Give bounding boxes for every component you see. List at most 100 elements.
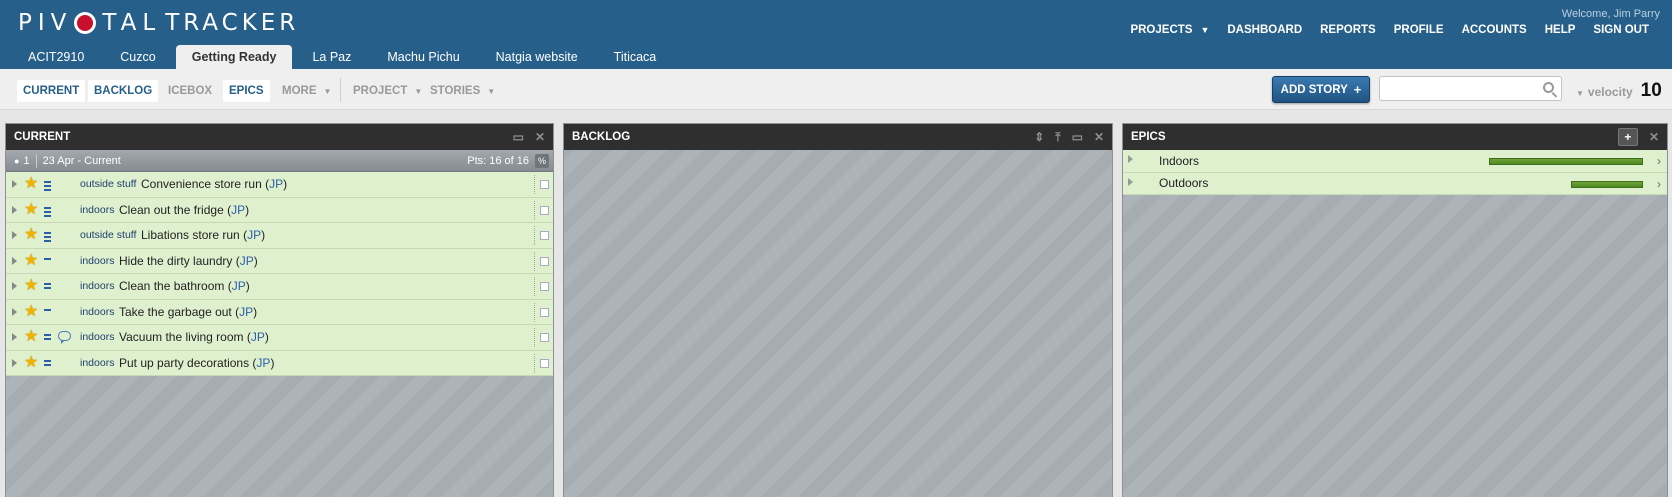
add-story-button[interactable]: ADD STORY + bbox=[1272, 76, 1370, 103]
epic-name[interactable]: Indoors bbox=[1159, 154, 1199, 168]
expand-story-icon[interactable] bbox=[12, 307, 17, 316]
story-owner[interactable]: JP bbox=[247, 228, 261, 242]
collapse-all-icon[interactable]: ⤒ bbox=[1055, 130, 1060, 145]
expand-story-icon[interactable] bbox=[12, 282, 17, 291]
story-owner[interactable]: JP bbox=[240, 254, 254, 268]
velocity-display[interactable]: ▼ velocity 10 bbox=[1576, 80, 1662, 102]
panel-title: EPICS bbox=[1131, 131, 1166, 143]
story-row[interactable]: ★ indoors Clean out the fridge (JP) bbox=[6, 197, 553, 223]
epic-row[interactable]: Indoors › bbox=[1123, 150, 1667, 173]
nav-projects[interactable]: PROJECTS ▼ bbox=[1121, 23, 1218, 37]
tab-getting-ready[interactable]: Getting Ready bbox=[175, 45, 293, 69]
story-owner[interactable]: JP bbox=[269, 177, 283, 191]
story-label[interactable]: outside stuff bbox=[80, 229, 136, 241]
story-title[interactable]: Put up party decorations (JP) bbox=[119, 356, 274, 370]
toggle-epics-button[interactable]: EPICS bbox=[223, 80, 270, 102]
percent-toggle-button[interactable]: % bbox=[535, 154, 549, 168]
story-title[interactable]: Libations store run (JP) bbox=[141, 228, 265, 242]
story-label[interactable]: indoors bbox=[80, 331, 114, 343]
toggle-current-button[interactable]: CURRENT bbox=[17, 80, 86, 102]
maximize-panel-icon[interactable]: ▭ bbox=[513, 130, 524, 144]
chevron-right-icon[interactable]: › bbox=[1657, 154, 1661, 168]
expand-epic-icon[interactable] bbox=[1128, 155, 1133, 163]
story-label[interactable]: indoors bbox=[80, 204, 114, 216]
story-select-checkbox[interactable] bbox=[540, 333, 549, 342]
story-title[interactable]: Take the garbage out (JP) bbox=[119, 305, 257, 319]
story-title[interactable]: Hide the dirty laundry (JP) bbox=[119, 254, 258, 268]
tab-titicaca[interactable]: Titicaca bbox=[598, 45, 673, 69]
story-row[interactable]: ★ indoors Take the garbage out (JP) bbox=[6, 299, 553, 325]
story-title[interactable]: Vacuum the living room (JP) bbox=[119, 330, 269, 344]
close-panel-icon[interactable]: ✕ bbox=[1649, 130, 1659, 144]
story-row[interactable]: ★ indoors Hide the dirty laundry (JP) bbox=[6, 248, 553, 274]
story-select-checkbox[interactable] bbox=[540, 307, 549, 317]
nav-profile[interactable]: PROFILE bbox=[1385, 23, 1453, 37]
story-title[interactable]: Clean out the fridge (JP) bbox=[119, 203, 249, 217]
story-select-checkbox[interactable] bbox=[540, 256, 549, 266]
expand-all-icon[interactable]: ⇕ bbox=[1034, 130, 1044, 144]
expand-story-icon[interactable] bbox=[12, 231, 17, 240]
story-label[interactable]: outside stuff bbox=[80, 178, 136, 190]
story-owner[interactable]: JP bbox=[256, 356, 270, 370]
story-select-checkbox[interactable] bbox=[540, 358, 549, 368]
more-menu[interactable]: MORE ▼ bbox=[276, 80, 337, 102]
comment-icon[interactable] bbox=[58, 331, 71, 344]
search-field[interactable] bbox=[1379, 76, 1562, 101]
tab-acit2910[interactable]: ACIT2910 bbox=[12, 45, 100, 69]
story-select-checkbox[interactable] bbox=[540, 231, 549, 240]
estimate-icon bbox=[44, 206, 51, 217]
estimate-bar bbox=[44, 363, 51, 366]
story-title[interactable]: Clean the bathroom (JP) bbox=[119, 279, 250, 293]
nav-accounts[interactable]: ACCOUNTS bbox=[1453, 23, 1536, 37]
story-owner[interactable]: JP bbox=[232, 279, 246, 293]
close-panel-icon[interactable]: ✕ bbox=[1094, 130, 1104, 144]
story-row[interactable]: ★ indoors Clean the bathroom (JP) bbox=[6, 274, 553, 300]
tab-cuzco[interactable]: Cuzco bbox=[104, 45, 171, 69]
nav-reports[interactable]: REPORTS bbox=[1311, 23, 1385, 37]
expand-epic-icon[interactable] bbox=[1128, 177, 1133, 186]
add-epic-button[interactable]: + bbox=[1617, 128, 1638, 146]
story-row[interactable]: ★ outside stuff Libations store run (JP) bbox=[6, 223, 553, 249]
expand-story-icon[interactable] bbox=[12, 205, 17, 214]
story-label[interactable]: indoors bbox=[80, 280, 114, 292]
nav-sign-out[interactable]: SIGN OUT bbox=[1584, 23, 1658, 37]
story-title[interactable]: Convenience store run (JP) bbox=[141, 177, 287, 191]
nav-dashboard[interactable]: DASHBOARD bbox=[1218, 23, 1311, 37]
toggle-icebox-button[interactable]: ICEBOX bbox=[162, 80, 218, 102]
tab-natgia-website[interactable]: Natgia website bbox=[480, 45, 594, 69]
story-owner[interactable]: JP bbox=[251, 330, 265, 344]
story-select-checkbox[interactable] bbox=[540, 205, 549, 215]
expand-story-icon[interactable] bbox=[12, 333, 17, 342]
toggle-backlog-button[interactable]: BACKLOG bbox=[88, 80, 159, 102]
chevron-right-icon[interactable]: › bbox=[1657, 177, 1661, 191]
maximize-panel-icon[interactable]: ▭ bbox=[1072, 130, 1083, 144]
expand-story-icon[interactable] bbox=[12, 358, 17, 367]
feature-star-icon: ★ bbox=[24, 175, 39, 193]
story-row[interactable]: ★ outside stuff Convenience store run (JP) bbox=[6, 172, 553, 198]
search-input[interactable] bbox=[1385, 78, 1535, 99]
expand-story-icon[interactable] bbox=[12, 180, 17, 189]
stories-menu[interactable]: STORIES ▼ bbox=[424, 80, 501, 102]
story-label[interactable]: indoors bbox=[80, 306, 114, 318]
story-select-checkbox[interactable] bbox=[540, 180, 549, 189]
story-owner[interactable]: JP bbox=[231, 203, 245, 217]
expand-story-icon[interactable] bbox=[12, 256, 17, 265]
estimate-bar bbox=[44, 232, 51, 234]
story-owner[interactable]: JP bbox=[239, 305, 253, 319]
story-row[interactable]: ★ indoors Put up party decorations (JP) bbox=[6, 350, 553, 376]
pivotal-tracker-logo[interactable]: PIV TAL TRACKER bbox=[18, 10, 299, 36]
story-row[interactable]: ★ indoors Vacuum the living room (JP) bbox=[6, 325, 553, 351]
iteration-header[interactable]: ● 1 23 Apr - Current Pts: 16 of 16 % bbox=[6, 150, 553, 172]
story-select-checkbox[interactable] bbox=[540, 282, 549, 291]
epic-name[interactable]: Outdoors bbox=[1159, 176, 1208, 190]
project-menu[interactable]: PROJECT ▼ bbox=[347, 80, 428, 102]
tab-la-paz[interactable]: La Paz bbox=[296, 45, 367, 69]
nav-help[interactable]: HELP bbox=[1536, 23, 1585, 37]
story-label[interactable]: indoors bbox=[80, 357, 114, 369]
close-panel-icon[interactable]: ✕ bbox=[535, 130, 545, 144]
plus-icon: + bbox=[1353, 82, 1362, 97]
search-icon[interactable] bbox=[1543, 82, 1554, 93]
tab-machu-pichu[interactable]: Machu Pichu bbox=[371, 45, 475, 69]
epic-row[interactable]: Outdoors › bbox=[1123, 172, 1667, 195]
story-label[interactable]: indoors bbox=[80, 255, 114, 267]
